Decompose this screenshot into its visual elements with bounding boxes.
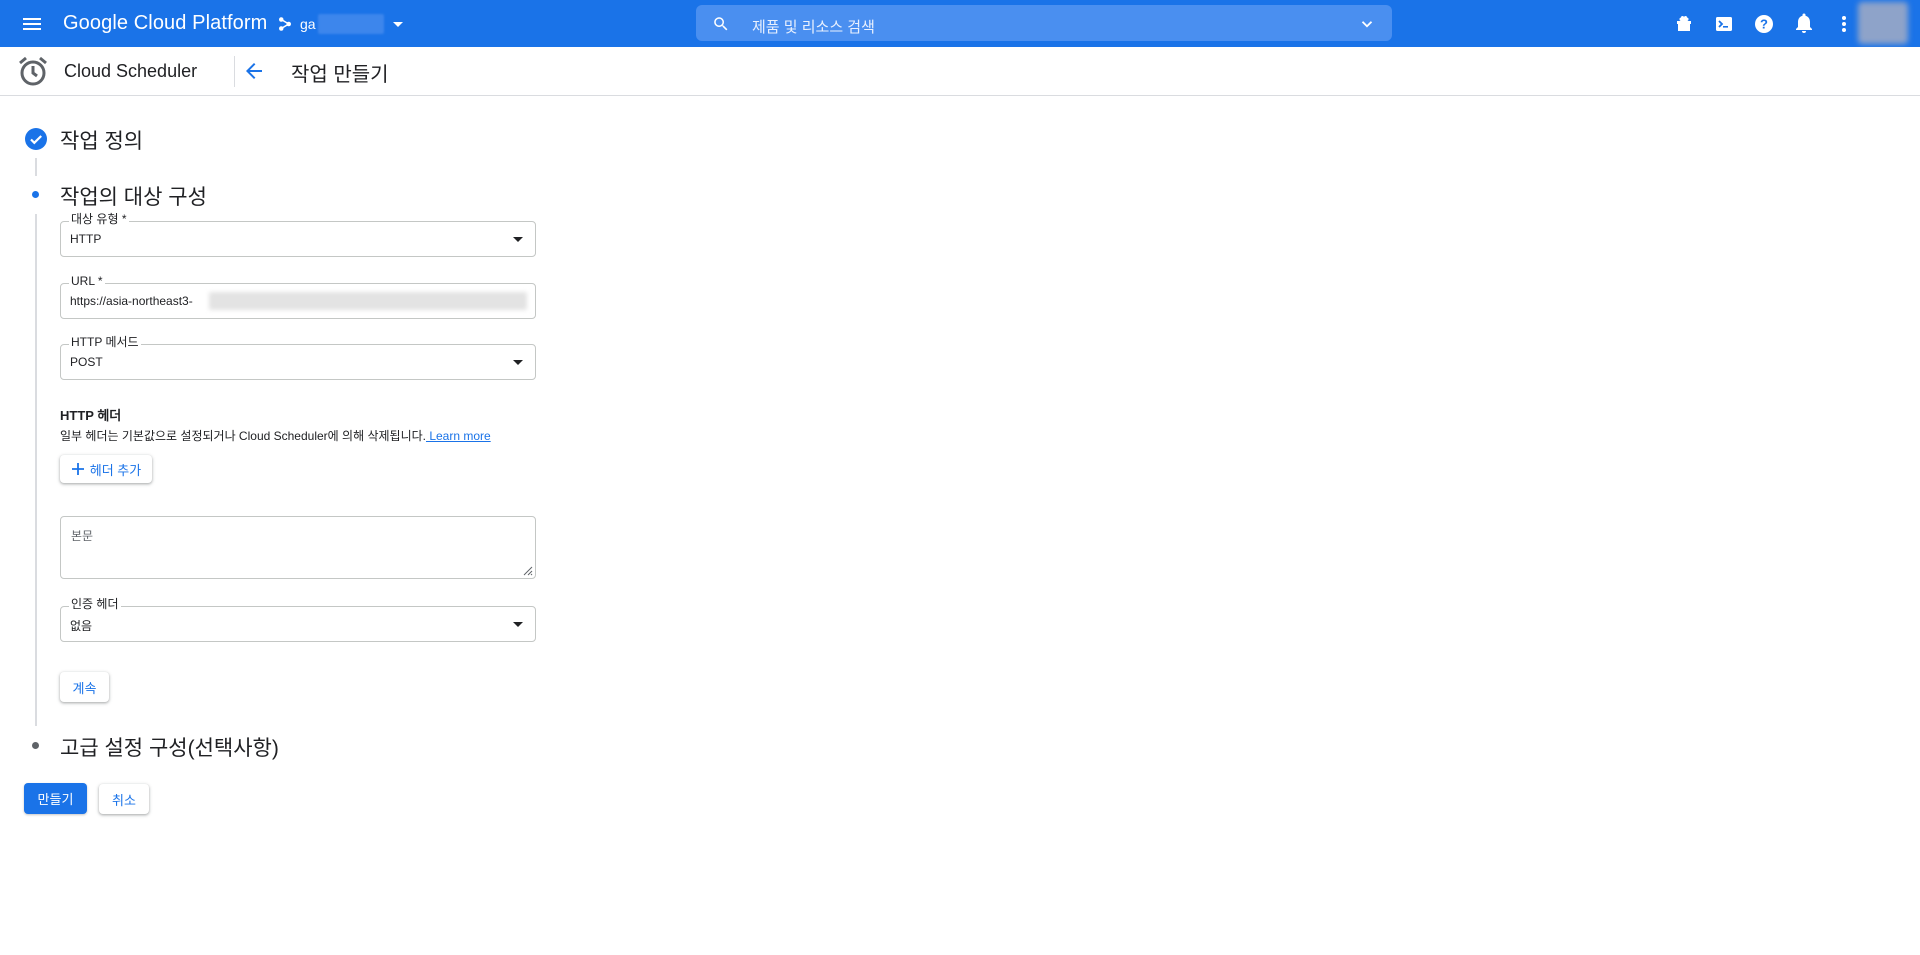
plus-icon [71,463,84,475]
body-textarea[interactable]: 본문 [60,516,536,579]
learn-more-link[interactable]: Learn more [426,429,490,443]
account-avatar[interactable] [1858,2,1908,44]
back-arrow-icon[interactable] [242,59,266,83]
continue-button[interactable]: 계속 [60,672,109,702]
dropdown-arrow-icon [513,360,523,365]
dropdown-arrow-icon [513,622,523,627]
cloud-shell-icon[interactable] [1712,12,1736,36]
page-header: Cloud Scheduler 작업 만들기 [0,47,1920,96]
dropdown-arrow-icon [513,237,523,242]
resize-grip-icon[interactable] [521,564,533,576]
search-input[interactable]: 제품 및 리소스 검색 [752,16,875,37]
step-inactive-dot [32,742,39,749]
project-name-redacted [317,14,384,34]
product-name: Cloud Scheduler [64,61,198,81]
auth-header-select[interactable]: 인증 헤더 없음 [60,597,536,642]
http-method-select[interactable]: HTTP 메서드 POST [60,335,536,380]
add-header-label: 헤더 추가 [89,462,142,478]
stepper-connector [35,158,37,176]
body-placeholder: 본문 [71,529,94,543]
search-icon [714,17,728,31]
step-advanced-settings-title[interactable]: 고급 설정 구성(선택사항) [60,732,279,762]
http-headers-heading: HTTP 헤더 [60,408,122,423]
auth-header-label: 인증 헤더 [69,597,121,611]
hamburger-menu-icon[interactable] [20,12,44,36]
url-label: URL * [69,274,105,288]
more-vert-icon[interactable] [1832,12,1856,36]
help-icon[interactable]: ? [1752,12,1776,36]
add-header-button[interactable]: 헤더 추가 [60,455,152,483]
cancel-button[interactable]: 취소 [99,784,149,814]
url-value: https://asia-northeast3- [70,294,193,308]
notifications-bell-icon[interactable] [1792,12,1816,36]
chevron-down-icon [392,22,403,27]
step-configure-target-title[interactable]: 작업의 대상 구성 [60,181,207,211]
search-expand-chevron-icon[interactable] [1358,15,1376,33]
header-divider [234,56,235,87]
step-complete-check-icon [25,128,47,150]
project-name: ga [300,16,316,32]
target-type-value: HTTP [70,232,102,246]
step-define-job-title[interactable]: 작업 정의 [60,125,143,155]
search-bar[interactable]: 제품 및 리소스 검색 [696,5,1392,41]
url-input[interactable]: URL * https://asia-northeast3- [60,274,536,319]
project-nodes-icon [279,17,291,31]
gcp-brand[interactable]: Google Cloud Platform [63,12,267,35]
http-method-value: POST [70,355,103,369]
step-active-dot [32,191,39,198]
http-headers-description-text: 일부 헤더는 기본값으로 설정되거나 Cloud Scheduler에 의해 삭… [60,429,426,443]
svg-text:?: ? [1760,17,1768,32]
cloud-scheduler-clock-icon [17,55,49,92]
url-redacted [209,292,527,310]
http-headers-description: 일부 헤더는 기본값으로 설정되거나 Cloud Scheduler에 의해 삭… [60,427,491,444]
stepper-connector [35,214,37,726]
target-type-label: 대상 유형 * [69,212,129,226]
gift-icon[interactable] [1672,12,1696,36]
target-type-select[interactable]: 대상 유형 * HTTP [60,212,536,257]
auth-header-value: 없음 [70,619,93,633]
top-app-bar: Google Cloud Platform ga 제품 및 리소스 검색 ? [0,0,1920,47]
create-button[interactable]: 만들기 [24,783,87,814]
page-title: 작업 만들기 [291,64,389,86]
project-selector[interactable]: ga [276,11,410,37]
http-method-label: HTTP 메서드 [69,335,141,349]
